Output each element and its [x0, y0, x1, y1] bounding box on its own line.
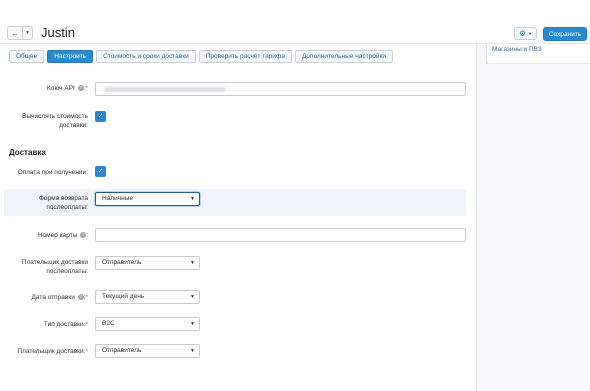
tab-configure[interactable]: Настроить: [47, 50, 94, 63]
calc-cost-checkbox[interactable]: ✓: [95, 111, 106, 122]
cod-payer-value: Отправитель: [102, 259, 142, 266]
help-icon[interactable]: ?: [80, 232, 87, 238]
caret-down-icon[interactable]: ▼: [22, 27, 32, 39]
api-key-value-redacted: [104, 87, 226, 92]
check-icon: ✓: [97, 113, 104, 120]
sidebar: [476, 44, 590, 391]
return-form-value: Наличные: [102, 195, 133, 202]
delivery-type-select[interactable]: B2C ▼: [95, 317, 200, 331]
cod-payer-select[interactable]: Отправитель ▼: [95, 256, 200, 270]
sidebar-link-stores[interactable]: Магазины и ПВЗ: [492, 46, 542, 53]
api-key-input[interactable]: [95, 82, 466, 96]
delivery-type-value: B2C: [102, 320, 115, 327]
ship-date-select[interactable]: Текущий день ▼: [95, 290, 200, 304]
check-icon: ✓: [97, 168, 104, 175]
cod-label: Оплата при получении:: [17, 169, 88, 176]
required-mark: *: [85, 321, 88, 328]
section-title-delivery: Доставка: [9, 148, 46, 157]
gear-icon: ⚙: [518, 28, 527, 38]
chevron-down-icon: ▼: [190, 321, 195, 327]
tab-general[interactable]: Общее: [9, 50, 45, 63]
return-form-label: Форма возврата послеоплаты:: [38, 195, 88, 211]
calc-cost-label: Вычислять стоимость доставки:: [22, 113, 88, 129]
tab-check-tariff[interactable]: Проверить расчёт тарифа: [198, 50, 292, 63]
card-number-label: Номер карты: [37, 232, 78, 239]
delivery-payer-select[interactable]: Отправитель ▼: [95, 344, 200, 358]
chevron-down-icon: ▼: [190, 348, 195, 354]
back-button-group[interactable]: ← ▼: [7, 26, 33, 40]
settings-dropdown-button[interactable]: ⚙ ▼: [514, 27, 537, 40]
help-icon[interactable]: ?: [77, 85, 84, 91]
help-icon[interactable]: ?: [77, 294, 84, 300]
required-mark: *: [85, 85, 88, 92]
chevron-down-icon: ▼: [190, 294, 195, 300]
required-mark: *: [85, 348, 88, 355]
cod-payer-label: Плательщик доставки послеоплаты:: [21, 259, 88, 275]
save-button[interactable]: Сохранить: [543, 27, 587, 41]
required-mark: *: [85, 294, 88, 301]
tab-cost-and-terms[interactable]: Стоимость и сроки доставки: [96, 50, 196, 63]
return-form-select[interactable]: Наличные ▼: [95, 192, 200, 206]
cod-checkbox[interactable]: ✓: [95, 166, 106, 177]
delivery-payer-label: Плательщик доставки:: [17, 348, 86, 355]
page-title: Justin: [41, 25, 75, 40]
delivery-payer-value: Отправитель: [102, 347, 142, 354]
arrow-left-icon[interactable]: ←: [8, 27, 22, 39]
card-number-input[interactable]: [95, 228, 466, 242]
caret-down-icon: ▼: [528, 31, 533, 36]
chevron-down-icon: ▼: [190, 260, 195, 266]
ship-date-value: Текущий день: [102, 293, 145, 300]
top-toolbar: ← ▼ Justin ⚙ ▼ Сохранить: [0, 0, 590, 44]
tab-additional-settings[interactable]: Дополнительные настройки: [294, 50, 393, 63]
tab-bar: Общее Настроить Стоимость и сроки достав…: [9, 50, 393, 63]
chevron-down-icon: ▼: [190, 196, 195, 202]
api-key-label: Ключ API: [46, 85, 75, 92]
ship-date-label: Дата отправки: [31, 294, 75, 301]
delivery-type-label: Тип доставки:: [43, 321, 86, 328]
